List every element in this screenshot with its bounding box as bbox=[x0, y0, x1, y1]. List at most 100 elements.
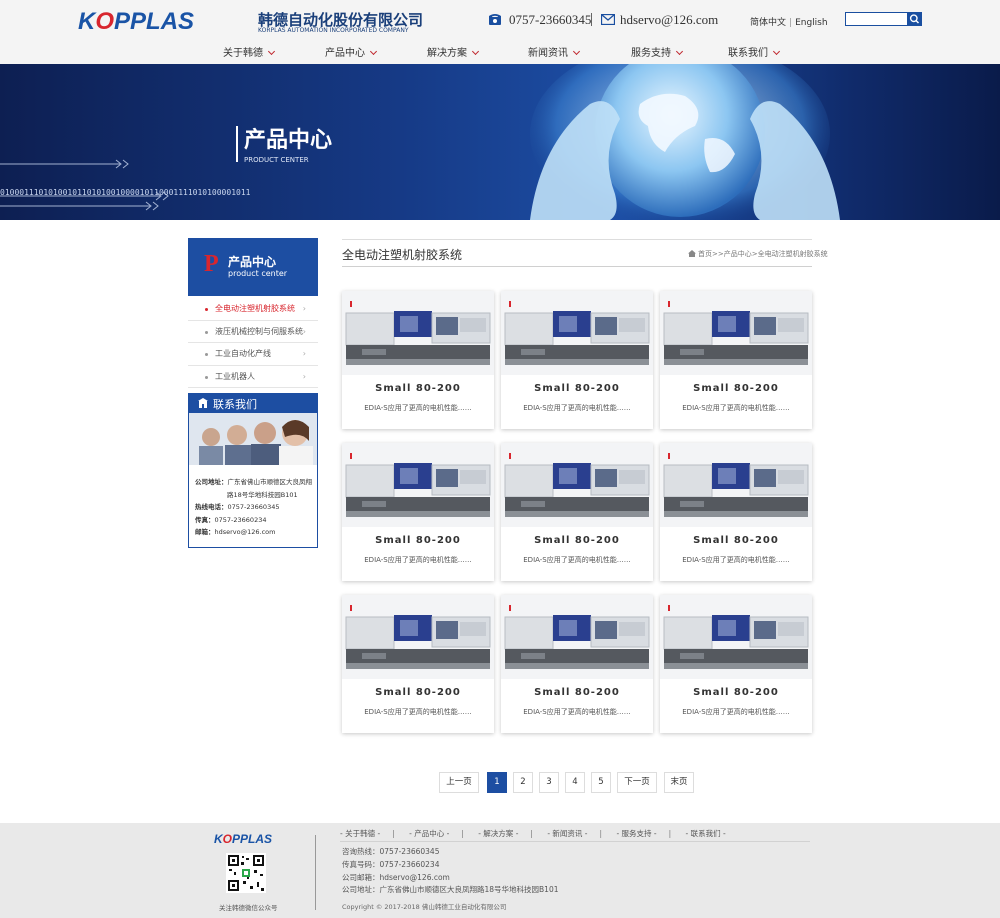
product-title[interactable]: Small 80-200 bbox=[501, 687, 653, 698]
product-card[interactable]: Small 80-200 EDIA-S应用了更高的电机性能…… bbox=[342, 595, 494, 733]
footer-email: 公司邮箱：hdservo@126.com bbox=[342, 872, 450, 882]
product-title[interactable]: Small 80-200 bbox=[660, 535, 812, 546]
contact-hotline: 0757-23660345 bbox=[227, 503, 280, 511]
sidebar-header-title: 产品中心 bbox=[228, 255, 277, 269]
sidebar-item-automation-line[interactable]: 工业自动化产线 › bbox=[188, 343, 318, 366]
chevron-down-icon bbox=[572, 47, 581, 56]
injection-machine-image bbox=[342, 595, 494, 679]
product-title[interactable]: Small 80-200 bbox=[342, 535, 494, 546]
product-title[interactable]: Small 80-200 bbox=[501, 535, 653, 546]
pagination-page-5[interactable]: 5 bbox=[591, 772, 611, 793]
product-image[interactable] bbox=[342, 291, 494, 375]
product-title[interactable]: Small 80-200 bbox=[660, 383, 812, 394]
bullet-icon bbox=[205, 308, 208, 311]
product-card[interactable]: Small 80-200 EDIA-S应用了更高的电机性能…… bbox=[660, 595, 812, 733]
home-icon bbox=[688, 250, 696, 257]
contact-email: hdservo@126.com bbox=[214, 528, 276, 536]
company-name-en: KORPLAS AUTOMATION INCORPORATED COMPANY bbox=[258, 27, 409, 34]
sidebar-item-hydraulic[interactable]: 液压机械控制与伺服系统 › bbox=[188, 321, 318, 343]
product-title[interactable]: Small 80-200 bbox=[660, 687, 812, 698]
globe-hands-image bbox=[530, 64, 840, 220]
injection-machine-image bbox=[660, 291, 812, 375]
product-image[interactable] bbox=[342, 443, 494, 527]
product-image[interactable] bbox=[342, 595, 494, 679]
nav-item-about[interactable]: 关于韩德 bbox=[223, 44, 276, 59]
divider bbox=[340, 841, 810, 842]
sidebar-item-injection[interactable]: 全电动注塑机射胶系统 › bbox=[188, 298, 318, 321]
lang-cn-link[interactable]: 简体中文 bbox=[750, 18, 786, 28]
mail-icon bbox=[601, 14, 615, 25]
nav-item-products[interactable]: 产品中心 bbox=[325, 44, 378, 59]
footer-link-solutions[interactable]: - 解决方案 - bbox=[478, 829, 518, 838]
pagination-last[interactable]: 末页 bbox=[664, 772, 694, 793]
footer-link-support[interactable]: - 服务支持 - bbox=[616, 829, 656, 838]
footer-link-about[interactable]: - 关于韩德 - bbox=[340, 829, 380, 838]
contact-email-label: 邮箱： bbox=[195, 528, 215, 536]
product-card[interactable]: Small 80-200 EDIA-S应用了更高的电机性能…… bbox=[501, 291, 653, 429]
product-card[interactable]: Small 80-200 EDIA-S应用了更高的电机性能…… bbox=[660, 291, 812, 429]
building-icon bbox=[198, 398, 208, 408]
product-image[interactable] bbox=[501, 291, 653, 375]
footer-nav-separator: | bbox=[668, 829, 672, 838]
hero-banner: 0100011101010010110101001000010110001111… bbox=[0, 64, 1000, 220]
product-card[interactable]: Small 80-200 EDIA-S应用了更高的电机性能…… bbox=[501, 443, 653, 581]
banner-subtitle: PRODUCT CENTER bbox=[244, 156, 309, 164]
injection-machine-image bbox=[501, 595, 653, 679]
product-description: EDIA-S应用了更高的电机性能…… bbox=[682, 556, 790, 564]
contact-address-label: 公司地址： bbox=[195, 478, 228, 486]
logo[interactable]: KOPPLAS bbox=[78, 8, 194, 36]
product-image[interactable] bbox=[660, 291, 812, 375]
breadcrumb-path[interactable]: 首页>>产品中心>全电动注塑机射胶系统 bbox=[698, 250, 828, 258]
product-image[interactable] bbox=[501, 595, 653, 679]
footer-link-products[interactable]: - 产品中心 - bbox=[409, 829, 449, 838]
product-description: EDIA-S应用了更高的电机性能…… bbox=[682, 708, 790, 716]
pagination-page-4[interactable]: 4 bbox=[565, 772, 585, 793]
pagination-page-3[interactable]: 3 bbox=[539, 772, 559, 793]
footer-link-contact[interactable]: - 联系我们 - bbox=[686, 829, 726, 838]
qr-caption: 关注韩德微信公众号 bbox=[219, 904, 278, 912]
product-title[interactable]: Small 80-200 bbox=[342, 383, 494, 394]
chevron-down-icon bbox=[267, 47, 276, 56]
sidebar-header-subtitle: product center bbox=[228, 269, 288, 278]
search-input[interactable] bbox=[845, 12, 908, 26]
pagination-next[interactable]: 下一页 bbox=[617, 772, 657, 793]
product-card[interactable]: Small 80-200 EDIA-S应用了更高的电机性能…… bbox=[660, 443, 812, 581]
pagination-prev[interactable]: 上一页 bbox=[439, 772, 479, 793]
banner-title-bar bbox=[236, 126, 238, 162]
injection-machine-image bbox=[660, 595, 812, 679]
chevron-right-icon: › bbox=[302, 349, 306, 358]
nav-item-news[interactable]: 新闻资讯 bbox=[528, 44, 581, 59]
nav-item-support[interactable]: 服务支持 bbox=[631, 44, 684, 59]
footer-fax: 传真号码：0757-23660234 bbox=[342, 859, 440, 869]
site-header: KOPPLAS 韩德自动化股份有限公司 KORPLAS AUTOMATION I… bbox=[0, 0, 1000, 64]
product-description: EDIA-S应用了更高的电机性能…… bbox=[523, 404, 631, 412]
customer-service-photo bbox=[189, 413, 317, 465]
sidebar-item-robot[interactable]: 工业机器人 › bbox=[188, 366, 318, 388]
product-card[interactable]: Small 80-200 EDIA-S应用了更高的电机性能…… bbox=[342, 291, 494, 429]
pagination-page-1[interactable]: 1 bbox=[487, 772, 507, 793]
chevron-down-icon bbox=[675, 47, 684, 56]
injection-machine-image bbox=[501, 291, 653, 375]
product-card[interactable]: Small 80-200 EDIA-S应用了更高的电机性能…… bbox=[501, 595, 653, 733]
footer-nav-separator: | bbox=[392, 829, 395, 838]
product-title[interactable]: Small 80-200 bbox=[501, 383, 653, 394]
bullet-icon bbox=[205, 330, 208, 334]
lang-en-link[interactable]: English bbox=[795, 18, 828, 28]
nav-item-contact[interactable]: 联系我们 bbox=[728, 44, 781, 59]
product-title[interactable]: Small 80-200 bbox=[342, 687, 494, 698]
divider bbox=[591, 13, 592, 26]
chevron-right-icon: › bbox=[302, 371, 306, 381]
product-description: EDIA-S应用了更高的电机性能…… bbox=[364, 556, 472, 564]
bullet-icon bbox=[205, 375, 208, 379]
product-card[interactable]: Small 80-200 EDIA-S应用了更高的电机性能…… bbox=[342, 443, 494, 581]
contact-fax: 0757-23660234 bbox=[214, 515, 267, 524]
pagination-page-2[interactable]: 2 bbox=[513, 772, 533, 793]
product-image[interactable] bbox=[660, 595, 812, 679]
nav-item-solutions[interactable]: 解决方案 bbox=[427, 44, 480, 59]
product-image[interactable] bbox=[501, 443, 653, 527]
chevron-down-icon bbox=[471, 47, 480, 56]
footer-logo[interactable]: KOPPLAS bbox=[214, 832, 272, 846]
product-image[interactable] bbox=[660, 443, 812, 527]
footer-link-news[interactable]: - 新闻资讯 - bbox=[547, 829, 587, 838]
search-button[interactable] bbox=[907, 12, 922, 26]
